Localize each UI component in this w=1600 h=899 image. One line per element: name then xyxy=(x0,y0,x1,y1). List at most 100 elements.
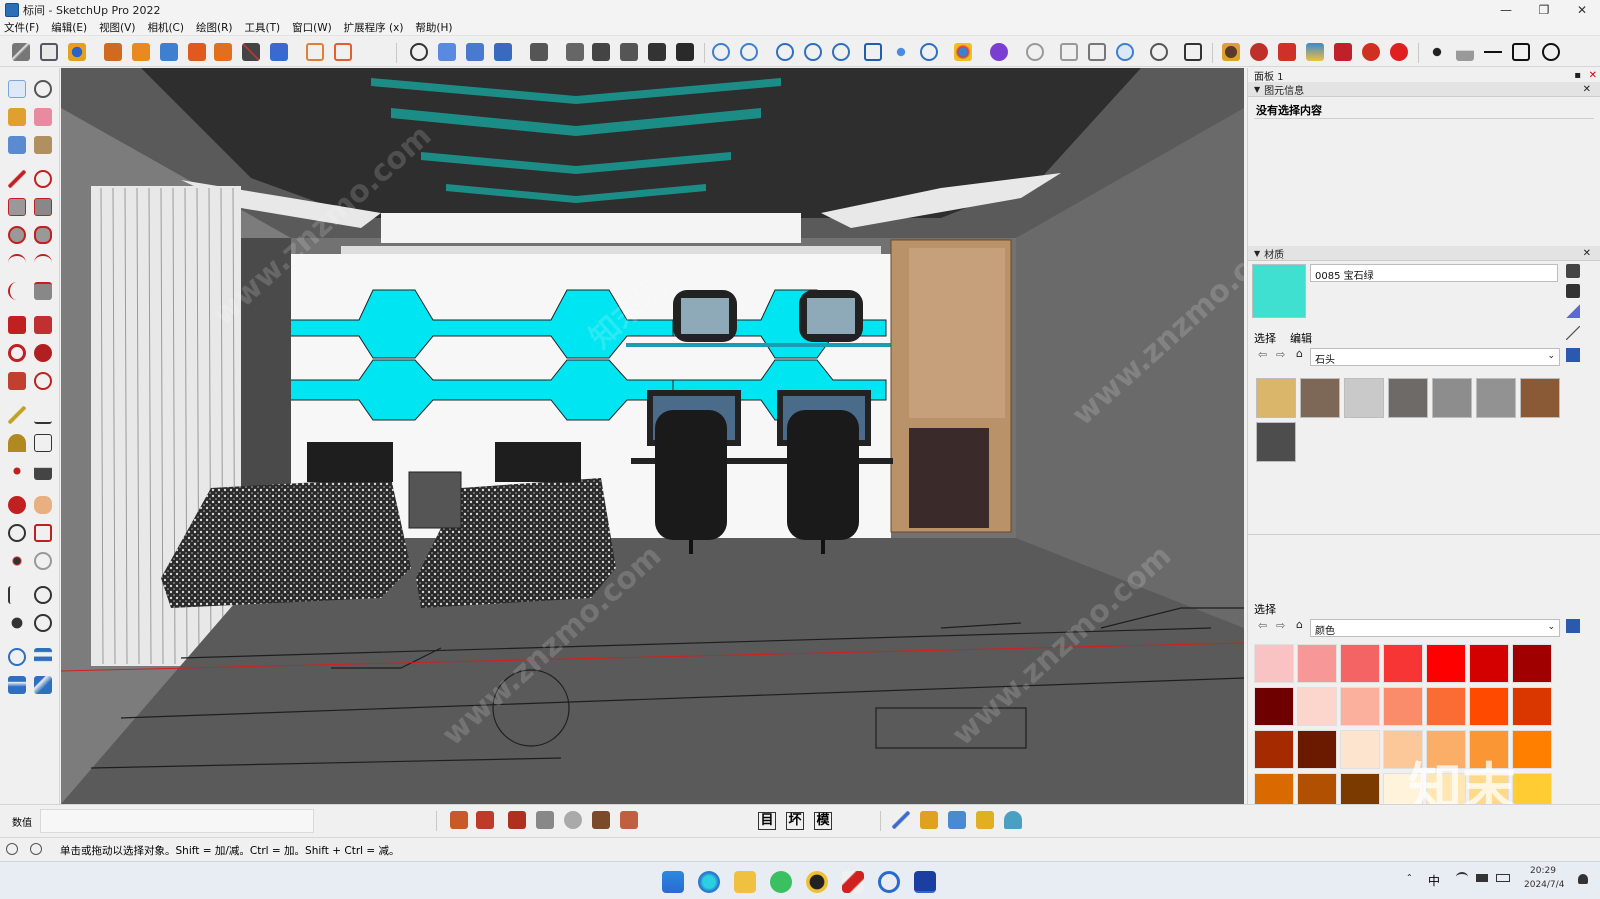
cube-icon[interactable] xyxy=(1184,43,1202,61)
axes-icon[interactable] xyxy=(8,462,26,480)
pushpull-icon[interactable] xyxy=(104,43,122,61)
previous-view-icon[interactable] xyxy=(34,552,52,570)
curve-tool-icon[interactable] xyxy=(920,811,938,829)
maximize-button[interactable]: ❐ xyxy=(1526,0,1562,20)
eraser-icon[interactable] xyxy=(34,108,52,126)
zoom-icon[interactable] xyxy=(8,524,26,542)
forward-arrow-icon[interactable]: ⇨ xyxy=(1276,348,1285,361)
paint-bucket-icon[interactable] xyxy=(8,108,26,126)
stamp-icon[interactable] xyxy=(8,676,26,694)
notification-bell-icon[interactable] xyxy=(1578,874,1588,884)
details-arrow-icon[interactable] xyxy=(1566,348,1580,362)
model-viewport[interactable]: www.znzmo.com 知末网 www.znzmo.com www.znzm… xyxy=(61,68,1244,804)
eyedropper-icon[interactable] xyxy=(1566,326,1580,340)
color-swatch[interactable] xyxy=(1512,730,1552,769)
rectangle-icon[interactable] xyxy=(1512,43,1530,61)
search-icon[interactable] xyxy=(878,871,900,893)
tab-select[interactable]: 选择 xyxy=(1254,330,1276,346)
details-arrow-icon[interactable] xyxy=(1566,619,1580,633)
forward-arrow-icon[interactable]: ⇨ xyxy=(1276,619,1285,632)
color-swatch[interactable] xyxy=(1426,687,1466,726)
minimize-button[interactable]: — xyxy=(1488,0,1524,20)
position-camera-icon[interactable] xyxy=(8,586,26,604)
zoom-extents-icon[interactable] xyxy=(8,552,26,570)
menu-draw[interactable]: 绘图(R) xyxy=(196,20,233,35)
material-swatch[interactable] xyxy=(1432,378,1472,418)
menu-view[interactable]: 视图(V) xyxy=(99,20,135,35)
materials-close-icon[interactable]: ✕ xyxy=(1583,248,1591,259)
share-model-icon[interactable] xyxy=(740,43,758,61)
ime-indicator[interactable]: 中 xyxy=(1428,872,1440,889)
drape-icon[interactable] xyxy=(34,676,52,694)
sketchup-taskbar-icon[interactable] xyxy=(914,871,936,893)
color-swatch[interactable] xyxy=(1469,687,1509,726)
color-swatch[interactable] xyxy=(1383,644,1423,683)
line-tool-icon[interactable] xyxy=(8,170,26,188)
cloud-upload-icon[interactable] xyxy=(804,43,822,61)
menu-edit[interactable]: 编辑(E) xyxy=(51,20,87,35)
speaker-icon[interactable] xyxy=(1476,874,1488,882)
material-swatch[interactable] xyxy=(1520,378,1560,418)
box-icon[interactable] xyxy=(132,43,150,61)
brush-icon[interactable] xyxy=(270,43,288,61)
back-arrow-icon[interactable]: ⇦ xyxy=(1258,619,1267,632)
layer-icon[interactable] xyxy=(450,811,468,829)
person-icon[interactable] xyxy=(1004,811,1022,829)
terrain-icon[interactable] xyxy=(508,811,526,829)
home-icon[interactable]: ⌂ xyxy=(1296,347,1303,360)
offset-tool-icon[interactable] xyxy=(34,372,52,390)
arc-icon[interactable] xyxy=(8,254,26,272)
shaded-texture-icon[interactable] xyxy=(648,43,666,61)
xray-icon[interactable] xyxy=(530,43,548,61)
material-swatch[interactable] xyxy=(1256,378,1296,418)
material-swatch[interactable] xyxy=(1344,378,1384,418)
3d-text-icon[interactable] xyxy=(34,462,52,480)
rotate-icon[interactable] xyxy=(68,43,86,61)
dot-icon[interactable] xyxy=(1428,43,1446,61)
materials-header[interactable]: ▼ 材质 ✕ xyxy=(1248,246,1600,261)
plugin-label-2[interactable]: 坏 xyxy=(786,812,804,830)
color-swatch[interactable] xyxy=(1512,687,1552,726)
plugin-label-1[interactable]: 目 xyxy=(758,812,776,830)
file-explorer-icon[interactable] xyxy=(734,871,756,893)
roof-icon[interactable] xyxy=(536,811,554,829)
tab-edit[interactable]: 编辑 xyxy=(1290,330,1312,346)
protractor-icon[interactable] xyxy=(8,434,26,452)
info-icon[interactable] xyxy=(30,843,42,855)
menu-file[interactable]: 文件(F) xyxy=(4,20,39,35)
ai-icon[interactable] xyxy=(1362,43,1380,61)
color-swatch[interactable] xyxy=(1254,730,1294,769)
dimension-tool-icon[interactable] xyxy=(34,406,52,424)
battery-icon[interactable] xyxy=(1496,874,1510,882)
orbit-tool-icon[interactable] xyxy=(8,496,26,514)
help-icon[interactable] xyxy=(1390,43,1408,61)
create-material-icon[interactable] xyxy=(1566,284,1580,298)
color-swatch[interactable] xyxy=(1383,687,1423,726)
chevron-up-icon[interactable]: ⌃ xyxy=(1406,873,1413,882)
menu-extensions[interactable]: 扩展程序 (x) xyxy=(344,20,404,35)
color-swatch[interactable] xyxy=(1340,730,1380,769)
menu-help[interactable]: 帮助(H) xyxy=(415,20,452,35)
color-swatch[interactable] xyxy=(1512,644,1552,683)
material-swatch[interactable] xyxy=(1256,422,1296,462)
move-cross-icon[interactable] xyxy=(948,811,966,829)
component-icon[interactable] xyxy=(892,43,910,61)
render-icon[interactable] xyxy=(1222,43,1240,61)
warehouse-icon[interactable] xyxy=(712,43,730,61)
camera-video-icon[interactable] xyxy=(1060,43,1078,61)
orbit-icon[interactable] xyxy=(410,43,428,61)
two-point-arc-icon[interactable] xyxy=(34,254,52,272)
move-tool-icon[interactable] xyxy=(8,316,26,334)
rotated-rectangle-icon[interactable] xyxy=(34,198,52,216)
home-icon[interactable]: ⌂ xyxy=(1296,618,1303,631)
text-tool-icon[interactable] xyxy=(34,434,52,452)
hand-icon[interactable] xyxy=(564,811,582,829)
freehand-icon[interactable] xyxy=(34,170,52,188)
surface-icon[interactable] xyxy=(620,811,638,829)
walk-footprints-icon[interactable] xyxy=(8,614,26,632)
follow-me-icon[interactable] xyxy=(214,43,232,61)
texture-icon[interactable] xyxy=(592,811,610,829)
monochrome-icon[interactable] xyxy=(676,43,694,61)
measure-m-icon[interactable] xyxy=(976,811,994,829)
color-library-dropdown[interactable]: 颜色 ⌄ xyxy=(1310,619,1560,637)
